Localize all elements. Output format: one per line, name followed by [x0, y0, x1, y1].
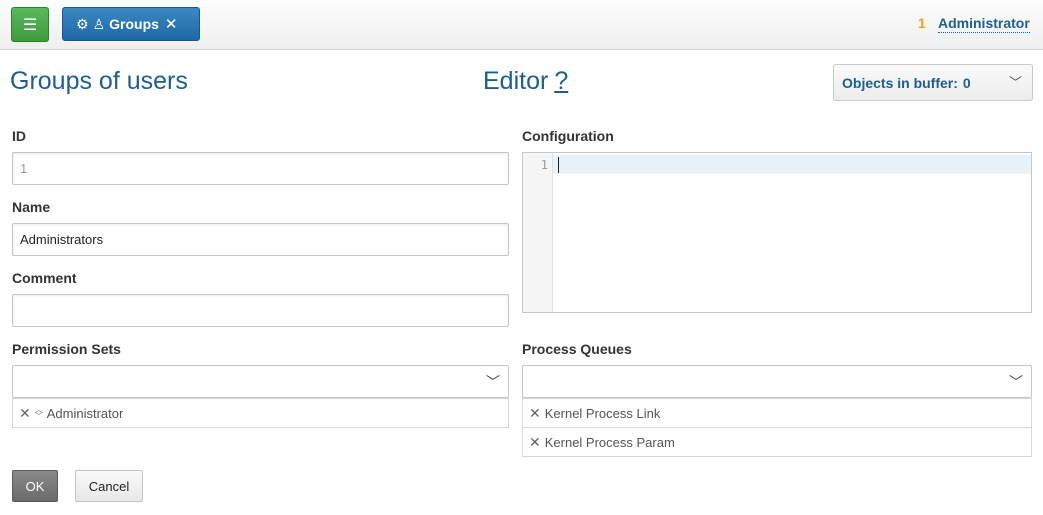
tab-label: Groups: [109, 16, 159, 32]
permission-sets-label: Permission Sets: [12, 341, 121, 357]
configuration-code-editor[interactable]: 1: [522, 152, 1032, 313]
editor-title: Editor?: [483, 67, 568, 96]
objects-buffer-dropdown[interactable]: Objects in buffer: 0 ﹀: [833, 64, 1033, 101]
process-queue-name: Kernel Process Link: [544, 405, 661, 421]
active-line-highlight: [553, 155, 1031, 174]
name-field[interactable]: Administrators: [12, 223, 509, 256]
main-menu-button[interactable]: ☰: [11, 7, 49, 42]
remove-icon[interactable]: ✕: [19, 405, 31, 422]
permission-set-name: Administrator: [46, 405, 124, 421]
page-title: Groups of users: [10, 67, 188, 95]
chevron-down-icon: ﹀: [486, 374, 500, 390]
name-label: Name: [12, 199, 51, 215]
tab-groups[interactable]: ⚙ ♙ Groups ✕: [62, 7, 200, 41]
remove-icon[interactable]: ✕: [529, 405, 541, 422]
permission-sets-select[interactable]: ﹀: [12, 365, 509, 398]
top-bar: ☰ ⚙ ♙ Groups ✕ 1 Administrator: [0, 0, 1043, 50]
process-queue-name: Kernel Process Param: [544, 434, 675, 450]
configuration-label: Configuration: [522, 128, 614, 144]
id-field: 1: [12, 152, 509, 185]
process-queues-select[interactable]: ﹀: [522, 365, 1032, 398]
user-icon: ♙: [92, 15, 106, 32]
editor-title-text: Editor: [483, 67, 549, 95]
ok-button[interactable]: OK: [12, 470, 58, 502]
hamburger-icon: ☰: [22, 16, 38, 34]
buffer-label: Objects in buffer:: [842, 74, 958, 91]
line-number: 1: [540, 158, 548, 172]
remove-icon[interactable]: ✕: [529, 434, 541, 451]
list-item: ✕ Kernel Process Param: [522, 427, 1032, 457]
close-icon[interactable]: ✕: [165, 15, 178, 33]
chevron-down-icon: ﹀: [1008, 75, 1022, 90]
buffer-count: 0: [962, 74, 971, 91]
id-label: ID: [12, 128, 26, 144]
list-item: ✕ Kernel Process Link: [522, 398, 1032, 428]
comment-label: Comment: [12, 270, 77, 286]
chevron-down-icon: ﹀: [1009, 374, 1023, 390]
user-count-badge: 1: [918, 15, 926, 31]
help-link[interactable]: ?: [554, 67, 568, 95]
user-menu-link[interactable]: Administrator: [938, 15, 1030, 33]
text-cursor: [558, 157, 559, 173]
reorder-icon[interactable]: ︿ ﹀: [35, 406, 43, 421]
gear-icon: ⚙: [76, 15, 89, 32]
process-queues-label: Process Queues: [522, 341, 632, 357]
comment-field[interactable]: [12, 294, 509, 327]
line-number-gutter: 1: [523, 153, 553, 312]
list-item: ✕ ︿ ﹀ Administrator: [12, 398, 509, 428]
cancel-button[interactable]: Cancel: [75, 470, 143, 502]
